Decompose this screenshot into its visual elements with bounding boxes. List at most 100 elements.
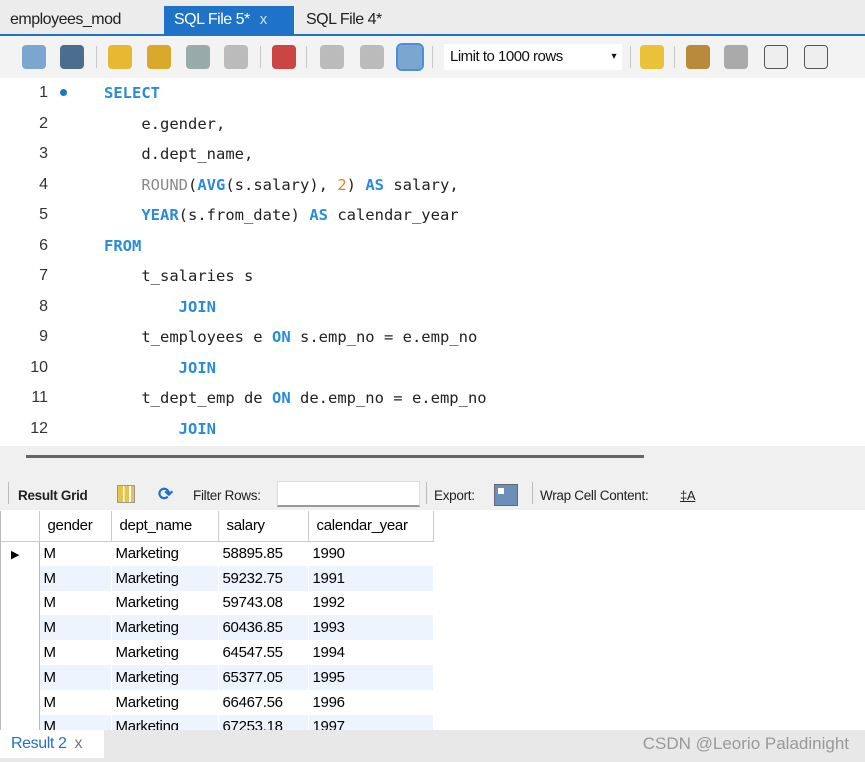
row-header[interactable] xyxy=(1,590,40,616)
table-cell[interactable]: M xyxy=(39,565,112,591)
table-cell[interactable]: 66467.56 xyxy=(218,689,309,715)
code-line: 10 JOIN xyxy=(0,353,865,383)
tab-2[interactable]: SQL File 4* xyxy=(296,6,406,34)
export-icon[interactable] xyxy=(494,484,518,506)
row-header[interactable] xyxy=(1,640,40,665)
code-text: JOIN xyxy=(104,414,216,444)
table-cell[interactable]: 59743.08 xyxy=(218,590,309,616)
code-token: JOIN xyxy=(178,297,216,316)
toggle-output-icon[interactable] xyxy=(272,45,296,69)
code-token: AVG xyxy=(197,175,226,194)
table-cell[interactable]: M xyxy=(39,664,112,690)
table-row[interactable]: M Marketing 67253.18 1997 xyxy=(1,714,434,730)
table-cell[interactable]: Marketing xyxy=(111,714,219,730)
code-text: YEAR(s.from_date) AS calendar_year xyxy=(104,200,458,230)
table-cell[interactable]: M xyxy=(39,590,112,616)
table-cell[interactable]: M xyxy=(39,714,112,730)
explain-icon[interactable] xyxy=(186,45,210,69)
current-statement-icon xyxy=(60,89,67,96)
beautify-icon[interactable] xyxy=(686,45,710,69)
table-cell[interactable]: 67253.18 xyxy=(218,714,309,730)
code-text: t_salaries s xyxy=(104,261,253,291)
table-cell[interactable]: 1990 xyxy=(308,541,434,566)
result-grid-button[interactable]: Result Grid xyxy=(18,488,88,503)
open-folder-icon[interactable] xyxy=(22,45,46,69)
table-cell[interactable]: M xyxy=(39,689,112,715)
table-cell[interactable]: 1992 xyxy=(308,590,434,616)
table-row[interactable]: M Marketing 65377.05 1995 xyxy=(1,664,434,690)
toolbar-divider xyxy=(674,46,675,68)
table-row[interactable]: M Marketing 59743.08 1992 xyxy=(1,590,434,616)
column-header-gender[interactable]: gender xyxy=(39,511,112,542)
tab-label: SQL File 4* xyxy=(306,11,382,28)
watermark: CSDN @Leorio Paladinight xyxy=(642,734,849,753)
table-cell[interactable]: 1995 xyxy=(308,664,434,690)
table-row[interactable]: M Marketing 60436.85 1993 xyxy=(1,615,434,641)
table-cell[interactable]: M xyxy=(39,615,112,641)
invisible-chars-icon[interactable] xyxy=(764,45,788,69)
row-header[interactable] xyxy=(1,714,40,730)
row-header[interactable] xyxy=(1,565,40,591)
tab-0[interactable]: employees_mod xyxy=(0,6,160,34)
table-row[interactable]: M Marketing 64547.55 1994 xyxy=(1,640,434,665)
row-header[interactable] xyxy=(1,689,40,715)
tab-1[interactable]: SQL File 5* x xyxy=(164,6,294,34)
panel-splitter[interactable] xyxy=(0,446,865,482)
filter-rows-input[interactable] xyxy=(277,481,420,507)
stop-icon[interactable] xyxy=(224,45,248,69)
table-cell[interactable]: Marketing xyxy=(111,565,219,591)
chevron-down-icon: ▾ xyxy=(611,51,616,62)
wrap-cell-toggle-icon[interactable]: ‡A xyxy=(680,488,696,503)
close-icon[interactable]: x xyxy=(260,11,268,28)
execute-current-icon[interactable] xyxy=(147,45,171,69)
column-header-calendar_year[interactable]: calendar_year xyxy=(308,511,434,542)
horizontal-scrollbar[interactable] xyxy=(26,455,644,458)
table-cell[interactable]: Marketing xyxy=(111,664,219,690)
table-cell[interactable]: Marketing xyxy=(111,590,219,616)
line-number: 11 xyxy=(31,389,48,406)
table-row[interactable]: ▶ M Marketing 58895.85 1990 xyxy=(1,541,434,566)
line-number: 7 xyxy=(39,267,48,284)
table-cell[interactable]: 58895.85 xyxy=(218,541,309,566)
code-text: ROUND(AVG(s.salary), 2) AS salary, xyxy=(104,170,458,200)
table-cell[interactable]: M xyxy=(39,640,112,665)
code-text: JOIN xyxy=(104,292,216,322)
table-cell[interactable]: 64547.55 xyxy=(218,640,309,665)
table-cell[interactable]: Marketing xyxy=(111,615,219,641)
row-header[interactable] xyxy=(1,615,40,641)
table-cell[interactable]: 60436.85 xyxy=(218,615,309,641)
row-header[interactable]: ▶ xyxy=(1,541,40,566)
column-header-salary[interactable]: salary xyxy=(218,511,309,542)
result-tab[interactable]: Result 2 x xyxy=(0,730,104,758)
table-cell[interactable]: 65377.05 xyxy=(218,664,309,690)
row-header[interactable] xyxy=(1,664,40,690)
table-cell[interactable]: 1997 xyxy=(308,714,434,730)
code-text: t_employees e ON s.emp_no = e.emp_no xyxy=(104,322,477,352)
find-icon[interactable] xyxy=(724,45,748,69)
word-wrap-icon[interactable] xyxy=(804,45,828,69)
sql-editor[interactable]: 1 SELECT 2 e.gender, 3 d.dept_name, 4 ROUND(… xyxy=(0,78,865,446)
close-icon[interactable]: x xyxy=(75,735,83,752)
commit-icon[interactable] xyxy=(320,45,344,69)
column-header-dept_name[interactable]: dept_name xyxy=(111,511,219,542)
table-cell[interactable]: 1993 xyxy=(308,615,434,641)
table-cell[interactable]: Marketing xyxy=(111,640,219,665)
limit-rows-select[interactable]: Limit to 1000 rows ▾ xyxy=(444,44,622,70)
table-cell[interactable]: Marketing xyxy=(111,689,219,715)
form-editor-icon[interactable] xyxy=(117,485,135,503)
refresh-icon[interactable]: ⟳ xyxy=(158,484,173,505)
table-row[interactable]: M Marketing 59232.75 1991 xyxy=(1,565,434,591)
table-cell[interactable]: Marketing xyxy=(111,541,219,566)
save-icon[interactable] xyxy=(60,45,84,69)
autocommit-icon[interactable] xyxy=(396,43,424,71)
table-cell[interactable]: M xyxy=(39,541,112,566)
code-token: t_employees e xyxy=(104,328,272,346)
table-row[interactable]: M Marketing 66467.56 1996 xyxy=(1,689,434,715)
table-cell[interactable]: 1991 xyxy=(308,565,434,591)
table-cell[interactable]: 1996 xyxy=(308,689,434,715)
execute-icon[interactable] xyxy=(108,45,132,69)
table-cell[interactable]: 59232.75 xyxy=(218,565,309,591)
table-cell[interactable]: 1994 xyxy=(308,640,434,665)
rollback-icon[interactable] xyxy=(360,45,384,69)
bookmark-icon[interactable] xyxy=(640,45,664,69)
